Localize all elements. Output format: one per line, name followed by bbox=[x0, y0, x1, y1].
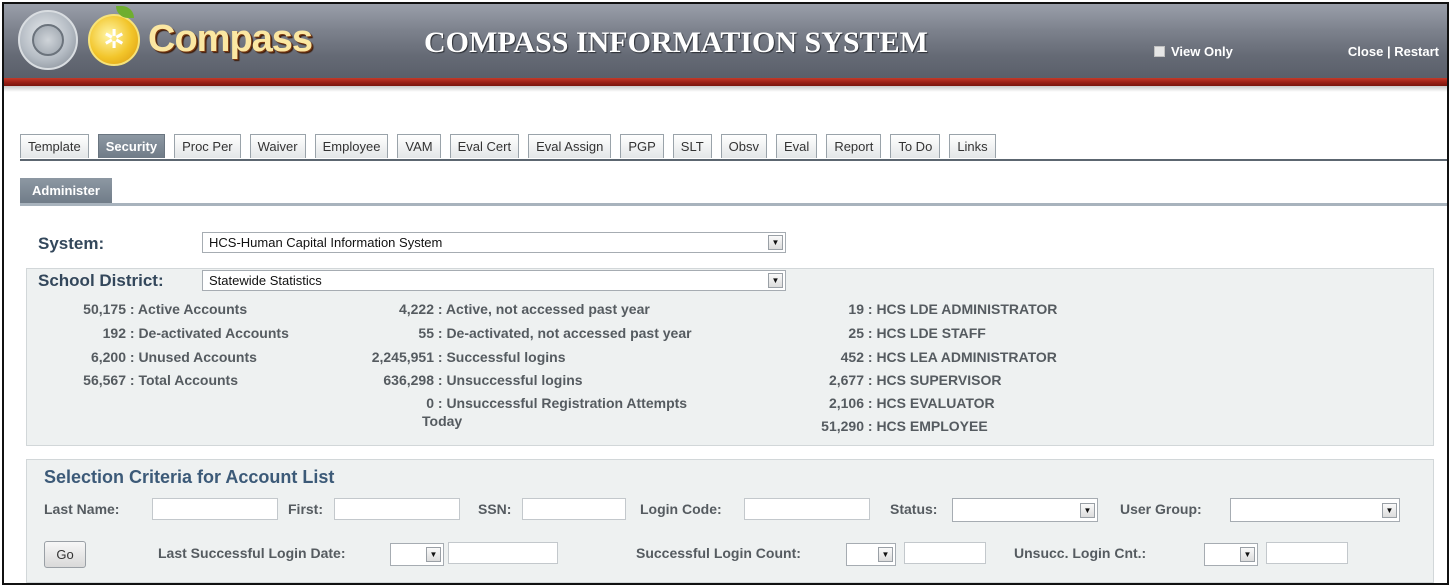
stat-row-continuation: Today bbox=[422, 413, 463, 429]
tab-eval[interactable]: Eval bbox=[776, 134, 818, 158]
status-select[interactable]: ▼ bbox=[952, 498, 1098, 522]
view-only-label: View Only bbox=[1171, 44, 1233, 59]
stat-row: 19 : HCS LDE ADMINISTRATOR bbox=[848, 301, 1058, 317]
school-district-label: School District: bbox=[38, 271, 164, 290]
header-stripe bbox=[4, 78, 1447, 86]
chevron-down-icon[interactable]: ▼ bbox=[1240, 547, 1255, 562]
first-name-label: First: bbox=[288, 501, 323, 517]
stat-row: 6,200 : Unused Accounts bbox=[90, 349, 257, 365]
chevron-down-icon[interactable]: ▼ bbox=[426, 547, 441, 562]
success-login-count-input[interactable] bbox=[904, 542, 986, 564]
system-label: System: bbox=[38, 234, 105, 253]
stat-row: 0 : Unsuccessful Registration Attempts bbox=[426, 395, 688, 411]
tab-report[interactable]: Report bbox=[826, 134, 882, 158]
last-login-date-label: Last Successful Login Date: bbox=[158, 545, 346, 561]
tab-slt[interactable]: SLT bbox=[672, 134, 712, 158]
view-only-checkbox[interactable] bbox=[1154, 46, 1165, 57]
header-actions: Close | Restart bbox=[1348, 44, 1439, 59]
stat-row: 636,298 : Unsuccessful logins bbox=[383, 372, 583, 388]
tab-eval-assign[interactable]: Eval Assign bbox=[528, 134, 612, 158]
view-only-toggle[interactable]: View Only bbox=[1154, 44, 1233, 59]
go-button[interactable]: Go bbox=[44, 541, 86, 568]
school-district-select[interactable]: Statewide Statistics ▼ bbox=[202, 270, 786, 291]
ssn-label: SSN: bbox=[478, 501, 512, 517]
tab-vam[interactable]: VAM bbox=[397, 134, 441, 158]
app-title: COMPASS INFORMATION SYSTEM bbox=[424, 26, 928, 59]
last-login-date-operator-select[interactable]: ▼ bbox=[390, 543, 444, 566]
unsucc-login-count-label: Unsucc. Login Cnt.: bbox=[1014, 545, 1147, 561]
login-code-label: Login Code: bbox=[640, 501, 722, 517]
stat-row: 56,567 : Total Accounts bbox=[83, 372, 239, 388]
system-select-value: HCS-Human Capital Information System bbox=[209, 235, 443, 250]
restart-link[interactable]: Restart bbox=[1394, 44, 1439, 59]
tab-to-do[interactable]: To Do bbox=[890, 134, 941, 158]
stat-row: 2,106 : HCS EVALUATOR bbox=[828, 395, 995, 411]
user-group-label: User Group: bbox=[1120, 501, 1202, 517]
chevron-down-icon[interactable]: ▼ bbox=[768, 235, 783, 250]
stat-row: 55 : De-activated, not accessed past yea… bbox=[418, 325, 692, 341]
logo-symbol-icon: ✲ bbox=[103, 25, 125, 55]
stat-row: 25 : HCS LDE STAFF bbox=[848, 325, 986, 341]
unsucc-login-count-operator-select[interactable]: ▼ bbox=[1204, 543, 1258, 566]
main-tabs: Template Security Proc Per Waiver Employ… bbox=[20, 134, 1005, 160]
stat-row: 192 : De-activated Accounts bbox=[102, 325, 289, 341]
app-window: ✲ Compass COMPASS INFORMATION SYSTEM Vie… bbox=[2, 2, 1449, 585]
tab-template[interactable]: Template bbox=[20, 134, 89, 158]
stat-row: 51,290 : HCS EMPLOYEE bbox=[821, 418, 988, 434]
stat-row: 4,222 : Active, not accessed past year bbox=[398, 301, 650, 317]
last-login-date-input[interactable] bbox=[448, 542, 558, 564]
ssn-input[interactable] bbox=[522, 498, 626, 520]
tab-proc-per[interactable]: Proc Per bbox=[174, 134, 241, 158]
unsucc-login-count-input[interactable] bbox=[1266, 542, 1348, 564]
stat-row: 50,175 : Active Accounts bbox=[83, 301, 248, 317]
chevron-down-icon[interactable]: ▼ bbox=[1382, 503, 1397, 518]
last-name-label: Last Name: bbox=[44, 501, 120, 517]
tab-divider bbox=[20, 159, 1447, 161]
criteria-title: Selection Criteria for Account List bbox=[44, 467, 335, 487]
chevron-down-icon[interactable]: ▼ bbox=[1080, 503, 1095, 518]
tab-waiver[interactable]: Waiver bbox=[249, 134, 306, 158]
system-select[interactable]: HCS-Human Capital Information System ▼ bbox=[202, 232, 786, 253]
stat-row: 2,245,951 : Successful logins bbox=[371, 349, 566, 365]
tab-links[interactable]: Links bbox=[949, 134, 996, 158]
first-name-input[interactable] bbox=[334, 498, 460, 520]
logo-text: Compass bbox=[148, 18, 313, 60]
header-shadow bbox=[4, 86, 1447, 92]
tab-employee[interactable]: Employee bbox=[314, 134, 389, 158]
stat-row: 2,677 : HCS SUPERVISOR bbox=[828, 372, 1002, 388]
tab-pgp[interactable]: PGP bbox=[620, 134, 664, 158]
chevron-down-icon[interactable]: ▼ bbox=[768, 273, 783, 288]
school-district-select-value: Statewide Statistics bbox=[209, 273, 322, 288]
close-link[interactable]: Close bbox=[1348, 44, 1383, 59]
last-name-input[interactable] bbox=[152, 498, 278, 520]
state-seal-icon bbox=[18, 10, 78, 70]
login-code-input[interactable] bbox=[744, 498, 870, 520]
subtab-divider bbox=[20, 203, 1447, 206]
header-bar: ✲ Compass COMPASS INFORMATION SYSTEM Vie… bbox=[4, 4, 1447, 78]
user-group-select[interactable]: ▼ bbox=[1230, 498, 1400, 522]
stat-row: 452 : HCS LEA ADMINISTRATOR bbox=[840, 349, 1057, 365]
tab-obsv[interactable]: Obsv bbox=[720, 134, 768, 158]
chevron-down-icon[interactable]: ▼ bbox=[878, 547, 893, 562]
subtab-administer[interactable]: Administer bbox=[20, 178, 112, 204]
tab-security[interactable]: Security bbox=[97, 134, 166, 158]
tab-eval-cert[interactable]: Eval Cert bbox=[449, 134, 520, 158]
separator: | bbox=[1386, 44, 1391, 59]
success-login-count-label: Successful Login Count: bbox=[636, 545, 801, 561]
status-label: Status: bbox=[890, 501, 938, 517]
success-login-count-operator-select[interactable]: ▼ bbox=[846, 543, 896, 566]
